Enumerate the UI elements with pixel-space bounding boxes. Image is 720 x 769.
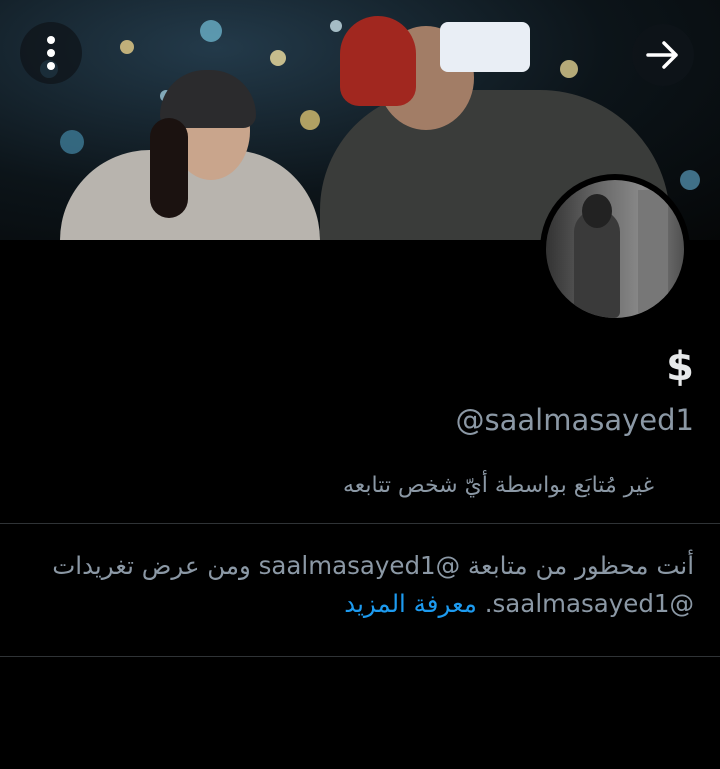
avatar-image <box>546 180 684 318</box>
profile-avatar[interactable] <box>540 174 690 324</box>
banner-light <box>680 170 700 190</box>
banner-light <box>270 50 286 66</box>
banner-figure-left-hair <box>150 118 188 218</box>
divider <box>0 523 720 524</box>
banner-milk-carton <box>440 22 530 72</box>
profile-handle: @saalmasayed1 <box>455 403 694 437</box>
learn-more-link[interactable]: معرفة المزيد <box>344 589 477 618</box>
banner-light <box>300 110 320 130</box>
banner-figure-right-hat <box>340 16 416 106</box>
followers-you-know-note: غير مُتابَع بواسطة أيّ شخص تتابعه <box>343 473 654 498</box>
forward-button[interactable] <box>632 24 694 86</box>
divider <box>0 656 720 657</box>
more-options-button[interactable] <box>20 22 82 84</box>
avatar-figure-head <box>582 194 612 228</box>
arrow-right-icon <box>646 41 678 69</box>
banner-light <box>330 20 342 32</box>
blocked-notice: أنت محظور من متابعة @saalmasayed1 ومن عر… <box>24 547 694 623</box>
display-name: $ <box>666 344 694 390</box>
banner-light <box>60 130 84 154</box>
banner-light <box>120 40 134 54</box>
avatar-door <box>638 190 668 318</box>
banner-light <box>200 20 222 42</box>
banner-light <box>560 60 578 78</box>
more-vertical-icon <box>47 36 55 70</box>
